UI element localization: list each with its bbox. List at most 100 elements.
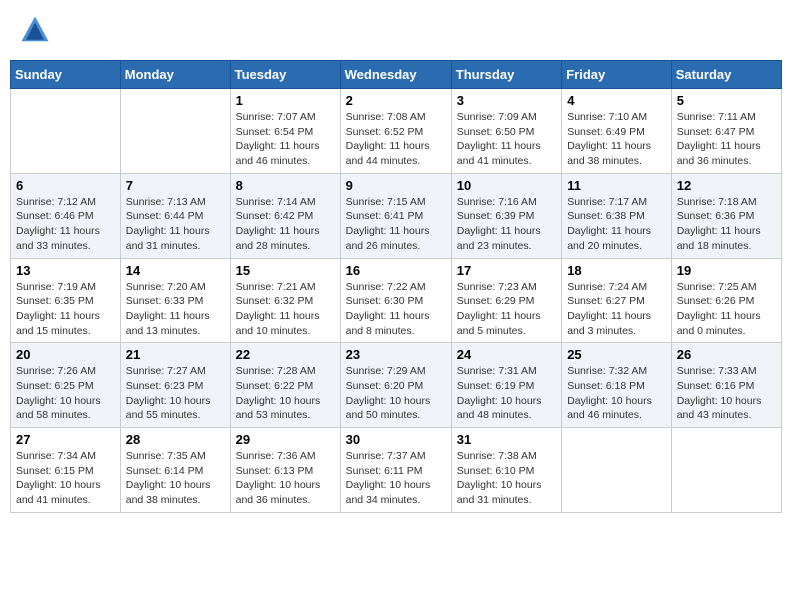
day-number: 22	[236, 347, 335, 362]
day-info: Sunrise: 7:32 AMSunset: 6:18 PMDaylight:…	[567, 364, 666, 423]
calendar-cell: 7 Sunrise: 7:13 AMSunset: 6:44 PMDaylight…	[120, 173, 230, 258]
calendar-cell: 5Sunrise: 7:11 AMSunset: 6:47 PMDaylight…	[671, 89, 781, 174]
calendar-cell: 16 Sunrise: 7:22 AMSunset: 6:30 PMDayligh…	[340, 258, 451, 343]
calendar-cell: 11 Sunrise: 7:17 AMSunset: 6:38 PMDayligh…	[562, 173, 672, 258]
calendar-cell	[562, 428, 672, 513]
calendar-cell: 19 Sunrise: 7:25 AMSunset: 6:26 PMDayligh…	[671, 258, 781, 343]
calendar-cell	[671, 428, 781, 513]
day-number: 7	[126, 178, 225, 193]
calendar-cell: 24 Sunrise: 7:31 AMSunset: 6:19 PMDayligh…	[451, 343, 561, 428]
calendar-cell	[120, 89, 230, 174]
day-number: 27	[16, 432, 115, 447]
day-info: Sunrise: 7:25 AMSunset: 6:26 PMDaylight:…	[677, 280, 776, 339]
calendar-cell: 18Sunrise: 7:24 AMSunset: 6:27 PMDayligh…	[562, 258, 672, 343]
day-info: Sunrise: 7:16 AMSunset: 6:39 PMDaylight:…	[457, 195, 556, 254]
day-number: 2	[346, 93, 446, 108]
calendar-cell: 1 Sunrise: 7:07 AMSunset: 6:54 PMDaylight…	[230, 89, 340, 174]
day-info: Sunrise: 7:19 AMSunset: 6:35 PMDaylight:…	[16, 280, 115, 339]
day-number: 30	[346, 432, 446, 447]
calendar-cell: 10Sunrise: 7:16 AMSunset: 6:39 PMDayligh…	[451, 173, 561, 258]
day-info: Sunrise: 7:17 AMSunset: 6:38 PMDaylight:…	[567, 195, 666, 254]
day-info: Sunrise: 7:27 AMSunset: 6:23 PMDaylight:…	[126, 364, 225, 423]
day-info: Sunrise: 7:22 AMSunset: 6:30 PMDaylight:…	[346, 280, 446, 339]
calendar-cell: 3 Sunrise: 7:09 AMSunset: 6:50 PMDaylight…	[451, 89, 561, 174]
day-info: Sunrise: 7:11 AMSunset: 6:47 PMDaylight:…	[677, 110, 776, 169]
day-number: 31	[457, 432, 556, 447]
day-number: 11	[567, 178, 666, 193]
calendar-cell: 22 Sunrise: 7:28 AMSunset: 6:22 PMDayligh…	[230, 343, 340, 428]
calendar-cell: 29Sunrise: 7:36 AMSunset: 6:13 PMDayligh…	[230, 428, 340, 513]
day-number: 17	[457, 263, 556, 278]
day-number: 20	[16, 347, 115, 362]
calendar-week-row: 6 Sunrise: 7:12 AMSunset: 6:46 PMDaylight…	[11, 173, 782, 258]
day-info: Sunrise: 7:18 AMSunset: 6:36 PMDaylight:…	[677, 195, 776, 254]
calendar-week-row: 20 Sunrise: 7:26 AMSunset: 6:25 PMDayligh…	[11, 343, 782, 428]
day-info: Sunrise: 7:35 AMSunset: 6:14 PMDaylight:…	[126, 449, 225, 508]
calendar-week-row: 1 Sunrise: 7:07 AMSunset: 6:54 PMDaylight…	[11, 89, 782, 174]
calendar-cell	[11, 89, 121, 174]
day-info: Sunrise: 7:08 AMSunset: 6:52 PMDaylight:…	[346, 110, 446, 169]
day-number: 29	[236, 432, 335, 447]
calendar-cell: 30 Sunrise: 7:37 AMSunset: 6:11 PMDayligh…	[340, 428, 451, 513]
calendar-cell: 12 Sunrise: 7:18 AMSunset: 6:36 PMDayligh…	[671, 173, 781, 258]
day-info: Sunrise: 7:38 AMSunset: 6:10 PMDaylight:…	[457, 449, 556, 508]
day-number: 16	[346, 263, 446, 278]
day-number: 19	[677, 263, 776, 278]
day-info: Sunrise: 7:28 AMSunset: 6:22 PMDaylight:…	[236, 364, 335, 423]
day-info: Sunrise: 7:20 AMSunset: 6:33 PMDaylight:…	[126, 280, 225, 339]
calendar-cell: 6 Sunrise: 7:12 AMSunset: 6:46 PMDaylight…	[11, 173, 121, 258]
day-number: 1	[236, 93, 335, 108]
calendar-cell: 20 Sunrise: 7:26 AMSunset: 6:25 PMDayligh…	[11, 343, 121, 428]
day-info: Sunrise: 7:29 AMSunset: 6:20 PMDaylight:…	[346, 364, 446, 423]
calendar-cell: 26 Sunrise: 7:33 AMSunset: 6:16 PMDayligh…	[671, 343, 781, 428]
calendar-table: SundayMondayTuesdayWednesdayThursdayFrid…	[10, 60, 782, 513]
calendar-cell: 28 Sunrise: 7:35 AMSunset: 6:14 PMDayligh…	[120, 428, 230, 513]
day-info: Sunrise: 7:34 AMSunset: 6:15 PMDaylight:…	[16, 449, 115, 508]
calendar-cell: 31 Sunrise: 7:38 AMSunset: 6:10 PMDayligh…	[451, 428, 561, 513]
calendar-cell: 13 Sunrise: 7:19 AMSunset: 6:35 PMDayligh…	[11, 258, 121, 343]
calendar-cell: 17 Sunrise: 7:23 AMSunset: 6:29 PMDayligh…	[451, 258, 561, 343]
day-info: Sunrise: 7:12 AMSunset: 6:46 PMDaylight:…	[16, 195, 115, 254]
page-header	[10, 10, 782, 50]
day-number: 8	[236, 178, 335, 193]
day-number: 13	[16, 263, 115, 278]
day-number: 26	[677, 347, 776, 362]
day-number: 25	[567, 347, 666, 362]
day-info: Sunrise: 7:13 AMSunset: 6:44 PMDaylight:…	[126, 195, 225, 254]
weekday-header-monday: Monday	[120, 61, 230, 89]
day-number: 15	[236, 263, 335, 278]
calendar-cell: 23 Sunrise: 7:29 AMSunset: 6:20 PMDayligh…	[340, 343, 451, 428]
day-number: 4	[567, 93, 666, 108]
day-number: 24	[457, 347, 556, 362]
weekday-header-wednesday: Wednesday	[340, 61, 451, 89]
day-info: Sunrise: 7:23 AMSunset: 6:29 PMDaylight:…	[457, 280, 556, 339]
weekday-header-tuesday: Tuesday	[230, 61, 340, 89]
day-number: 14	[126, 263, 225, 278]
day-number: 28	[126, 432, 225, 447]
calendar-cell: 15Sunrise: 7:21 AMSunset: 6:32 PMDayligh…	[230, 258, 340, 343]
day-number: 3	[457, 93, 556, 108]
day-number: 21	[126, 347, 225, 362]
day-info: Sunrise: 7:33 AMSunset: 6:16 PMDaylight:…	[677, 364, 776, 423]
calendar-cell: 27 Sunrise: 7:34 AMSunset: 6:15 PMDayligh…	[11, 428, 121, 513]
day-info: Sunrise: 7:14 AMSunset: 6:42 PMDaylight:…	[236, 195, 335, 254]
calendar-cell: 4Sunrise: 7:10 AMSunset: 6:49 PMDaylight…	[562, 89, 672, 174]
weekday-header-thursday: Thursday	[451, 61, 561, 89]
day-number: 12	[677, 178, 776, 193]
weekday-header-saturday: Saturday	[671, 61, 781, 89]
day-info: Sunrise: 7:07 AMSunset: 6:54 PMDaylight:…	[236, 110, 335, 169]
logo-icon	[20, 15, 50, 45]
day-number: 6	[16, 178, 115, 193]
logo	[20, 15, 52, 45]
calendar-cell: 21 Sunrise: 7:27 AMSunset: 6:23 PMDayligh…	[120, 343, 230, 428]
calendar-cell: 8 Sunrise: 7:14 AMSunset: 6:42 PMDaylight…	[230, 173, 340, 258]
day-number: 23	[346, 347, 446, 362]
day-info: Sunrise: 7:09 AMSunset: 6:50 PMDaylight:…	[457, 110, 556, 169]
day-info: Sunrise: 7:37 AMSunset: 6:11 PMDaylight:…	[346, 449, 446, 508]
weekday-header-sunday: Sunday	[11, 61, 121, 89]
calendar-cell: 14 Sunrise: 7:20 AMSunset: 6:33 PMDayligh…	[120, 258, 230, 343]
calendar-header-row: SundayMondayTuesdayWednesdayThursdayFrid…	[11, 61, 782, 89]
day-info: Sunrise: 7:26 AMSunset: 6:25 PMDaylight:…	[16, 364, 115, 423]
day-info: Sunrise: 7:31 AMSunset: 6:19 PMDaylight:…	[457, 364, 556, 423]
day-number: 18	[567, 263, 666, 278]
